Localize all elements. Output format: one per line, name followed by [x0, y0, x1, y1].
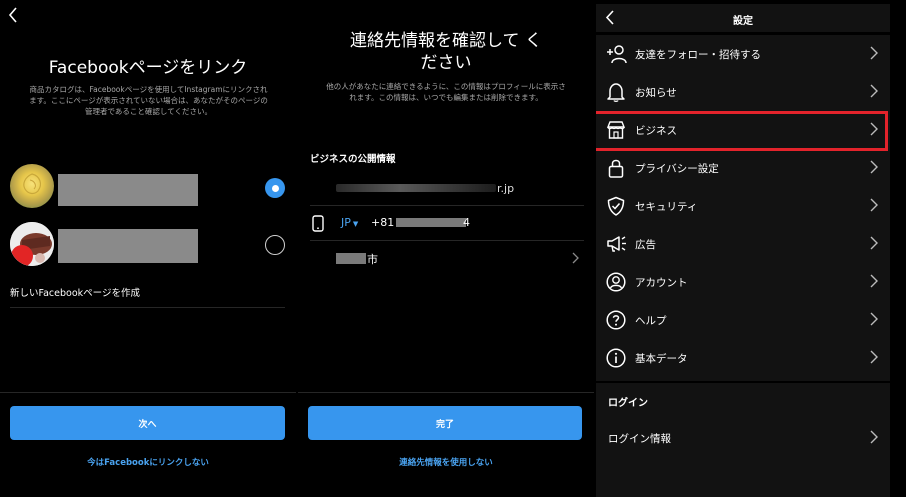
settings-item-account[interactable]: アカウント [596, 263, 890, 301]
settings-item-label: プライバシー設定 [635, 162, 719, 175]
chevron-right-icon [870, 236, 880, 252]
page-name-redacted [58, 229, 198, 263]
settings-item-label: セキュリティ [635, 200, 698, 213]
phone-prefix: +81 [371, 216, 395, 229]
settings-item-help[interactable]: ヘルプ [596, 301, 890, 339]
confirm-contact-screen: 連絡先情報を確認して ください 他の人があなたに連絡できるように、この情報はプロ… [298, 0, 594, 497]
add-person-icon [606, 44, 627, 64]
settings-item-label: 基本データ [635, 352, 688, 365]
chevron-right-icon [870, 160, 880, 176]
skip-contact-link[interactable]: 連絡先情報を使用しない [298, 456, 594, 468]
chevron-right-icon [870, 84, 880, 100]
settings-title: 設定 [733, 16, 753, 27]
email-row[interactable]: r.jp [298, 172, 594, 205]
section-header: ビジネスの公開情報 [310, 154, 396, 165]
email-suffix: r.jp [497, 182, 515, 195]
settings-item-about[interactable]: 基本データ [596, 339, 890, 377]
divider [10, 307, 285, 308]
settings-item-label: お知らせ [635, 86, 677, 99]
next-button[interactable]: 次へ [10, 406, 285, 440]
chevron-right-icon [870, 312, 880, 328]
divider [310, 240, 584, 241]
radio-unselected[interactable] [265, 235, 285, 255]
link-facebook-page-screen: Facebookページをリンク 商品カタログは、Facebookページを使用して… [0, 0, 296, 497]
chevron-right-icon [870, 46, 880, 62]
settings-header: 設定 [596, 4, 890, 32]
divider [0, 392, 296, 393]
phone-suffix: 4 [463, 216, 470, 229]
settings-item-follow-invite[interactable]: 友達をフォロー・招待する [596, 35, 890, 73]
help-icon [606, 310, 626, 330]
highlight-box [596, 111, 888, 151]
chevron-right-icon [870, 350, 880, 366]
divider [298, 392, 594, 393]
page-avatar [10, 222, 54, 266]
chevron-right-icon [870, 430, 880, 446]
page-avatar [10, 164, 54, 208]
settings-item-label: アカウント [635, 276, 688, 289]
create-page-link[interactable]: 新しいFacebookページを作成 [10, 285, 140, 299]
page-name-redacted [58, 174, 198, 206]
lock-icon [606, 158, 626, 178]
country-code-select[interactable]: JP ▼ [341, 216, 358, 229]
page-title: 連絡先情報を確認して ください [350, 31, 542, 73]
email-redacted [336, 184, 496, 192]
phone-redacted [396, 218, 466, 227]
settings-item-privacy[interactable]: プライバシー設定 [596, 149, 890, 187]
page-description: 他の人があなたに連絡できるように、この情報はプロフィールに表示されます。この情報… [326, 82, 566, 102]
settings-item-label: ログイン情報 [608, 432, 671, 445]
skip-facebook-link[interactable]: 今はFacebookにリンクしない [0, 456, 296, 468]
page-title: Facebookページをリンク [48, 58, 248, 78]
chevron-right-icon [870, 274, 880, 290]
page-description: 商品カタログは、Facebookページを使用してInstagramにリンクされま… [29, 85, 268, 116]
facebook-page-option[interactable] [0, 160, 296, 216]
section-header: ログイン [608, 398, 648, 409]
divider [310, 205, 584, 206]
settings-screen: 設定 友達をフォロー・招待する お知らせ ビジネス プライバシー設定 セキュリテ… [596, 0, 890, 497]
settings-item-label: 友達をフォロー・招待する [635, 48, 761, 61]
chevron-right-icon [870, 198, 880, 214]
settings-item-label: 広告 [635, 238, 656, 251]
settings-list: 友達をフォロー・招待する お知らせ ビジネス プライバシー設定 セキュリティ 広… [596, 35, 890, 381]
bell-icon [606, 82, 626, 102]
shield-icon [606, 196, 626, 216]
city-redacted [336, 253, 366, 264]
chevron-right-icon [572, 252, 579, 264]
settings-item-security[interactable]: セキュリティ [596, 187, 890, 225]
account-icon [606, 272, 626, 292]
city-suffix: 市 [367, 253, 378, 266]
radio-selected[interactable] [265, 178, 285, 198]
back-arrow-icon[interactable] [7, 6, 19, 24]
phone-row[interactable]: JP ▼ +81 4 [298, 207, 594, 240]
megaphone-icon [606, 234, 626, 254]
settings-item-login-info[interactable]: ログイン情報 [596, 419, 890, 457]
address-row[interactable]: 市 [298, 242, 594, 276]
settings-item-label: ヘルプ [635, 314, 667, 327]
info-icon [606, 348, 626, 368]
settings-item-notifications[interactable]: お知らせ [596, 73, 890, 111]
phone-icon [312, 215, 324, 232]
facebook-page-option[interactable] [0, 218, 296, 274]
done-button[interactable]: 完了 [308, 406, 582, 440]
login-section: ログイン ログイン情報 [596, 383, 890, 497]
settings-item-ads[interactable]: 広告 [596, 225, 890, 263]
